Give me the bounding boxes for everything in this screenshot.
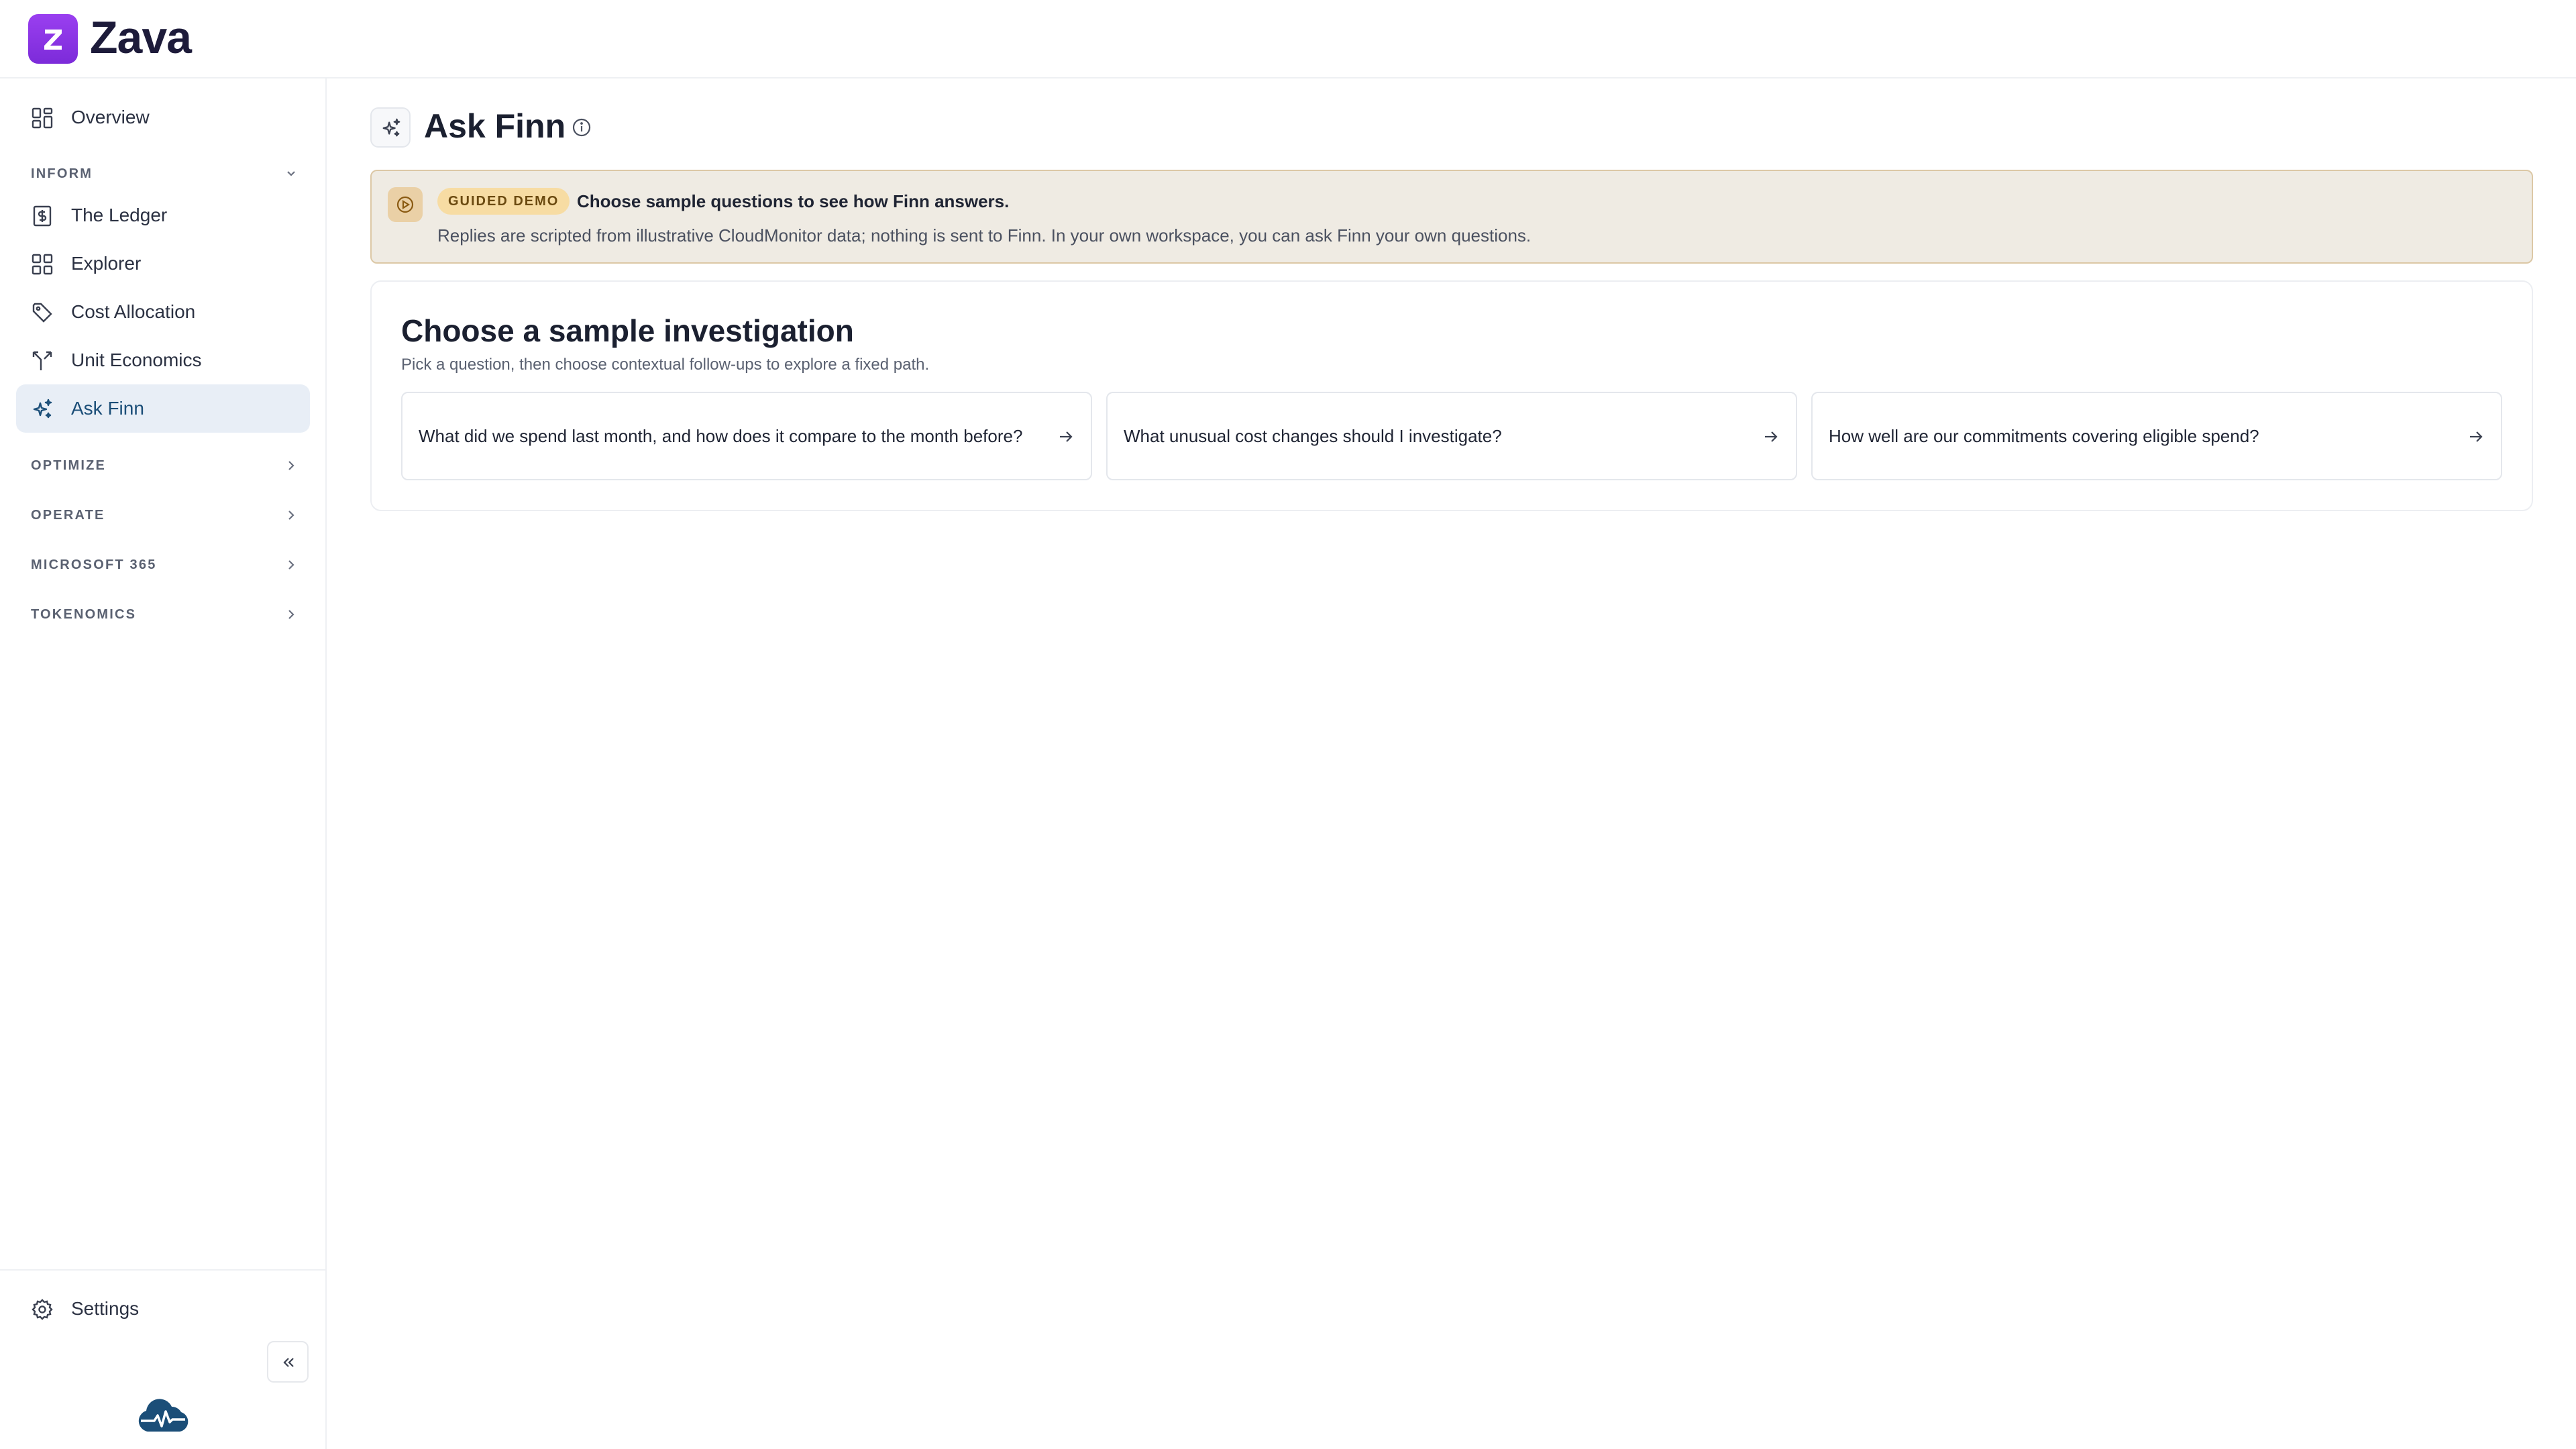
sidebar-item-label: Ask Finn [71, 398, 144, 419]
guided-demo-badge: GUIDED DEMO [437, 188, 570, 215]
sample-question-button[interactable]: How well are our commitments covering el… [1811, 392, 2502, 480]
zava-logo-icon[interactable] [28, 14, 78, 64]
cloudmonitor-logo-icon [138, 1399, 189, 1432]
banner-subtitle: Replies are scripted from illustrative C… [437, 225, 1532, 246]
chevron-right-icon [288, 610, 294, 619]
play-icon [388, 187, 423, 222]
info-icon[interactable] [571, 117, 592, 138]
chevron-right-icon [288, 461, 294, 470]
section-label: OPTIMIZE [31, 458, 107, 473]
question-label: What did we spend last month, and how do… [419, 426, 1023, 446]
card-subtitle: Pick a question, then choose contextual … [401, 356, 930, 374]
grid-icon [32, 107, 53, 129]
arrow-right-icon [1060, 431, 1073, 442]
arrow-right-icon [2470, 431, 2483, 442]
sidebar: Overview INFORM The Ledger Explorer Cost… [0, 78, 327, 1449]
ledger-icon [33, 205, 52, 227]
guided-demo-banner: GUIDED DEMO Choose sample questions to s… [370, 170, 2533, 264]
section-operate[interactable]: OPERATE [31, 502, 299, 529]
sidebar-item-cost-allocation[interactable]: Cost Allocation [16, 288, 310, 336]
section-label: TOKENOMICS [31, 607, 137, 622]
top-bar: Zava [0, 0, 2576, 78]
section-microsoft-365[interactable]: MICROSOFT 365 [31, 551, 299, 578]
sidebar-item-label: The Ledger [71, 205, 168, 225]
sample-question-button[interactable]: What unusual cost changes should I inves… [1106, 392, 1797, 480]
sidebar-item-unit-economics[interactable]: Unit Economics [16, 336, 310, 384]
ask-finn-header-icon [370, 107, 411, 148]
section-label: OPERATE [31, 508, 105, 523]
sidebar-item-overview[interactable]: Overview [16, 93, 310, 142]
grid-icon [32, 254, 53, 275]
sidebar-item-settings[interactable]: Settings [16, 1285, 310, 1333]
section-label: MICROSOFT 365 [31, 557, 157, 572]
gear-icon [32, 1299, 53, 1320]
card-title: Choose a sample investigation [401, 313, 854, 348]
chevrons-left-icon [283, 1358, 294, 1367]
page-title: Ask Finn [424, 107, 566, 145]
section-label: INFORM [31, 166, 93, 181]
sparkles-icon [33, 398, 52, 419]
chevron-right-icon [288, 511, 294, 520]
sidebar-item-the-ledger[interactable]: The Ledger [16, 191, 310, 239]
sidebar-item-label: Settings [71, 1298, 140, 1319]
sparkles-icon [382, 118, 400, 137]
sample-question-button[interactable]: What did we spend last month, and how do… [401, 392, 1092, 480]
question-label: How well are our commitments covering el… [1829, 426, 2259, 446]
sidebar-item-label: Unit Economics [71, 350, 202, 370]
sidebar-item-ask-finn[interactable]: Ask Finn [16, 384, 310, 433]
app-name[interactable]: Zava [90, 9, 192, 66]
collapse-sidebar-button[interactable] [267, 1341, 309, 1383]
banner-title: Choose sample questions to see how Finn … [577, 191, 1010, 211]
fork-icon [32, 351, 52, 370]
section-inform[interactable]: INFORM [31, 160, 299, 187]
tag-icon [32, 303, 52, 323]
sidebar-item-label: Explorer [71, 253, 142, 274]
sidebar-item-label: Cost Allocation [71, 301, 196, 322]
arrow-right-icon [1765, 431, 1778, 442]
chevron-right-icon [288, 560, 294, 570]
section-tokenomics[interactable]: TOKENOMICS [31, 601, 299, 628]
sample-investigation-card: Choose a sample investigation Pick a que… [370, 280, 2533, 511]
sidebar-item-explorer[interactable]: Explorer [16, 239, 310, 288]
sidebar-divider [0, 1269, 325, 1271]
sidebar-item-label: Overview [71, 107, 150, 127]
section-optimize[interactable]: OPTIMIZE [31, 452, 299, 479]
chevron-down-icon [287, 171, 295, 176]
question-label: What unusual cost changes should I inves… [1124, 426, 1502, 446]
